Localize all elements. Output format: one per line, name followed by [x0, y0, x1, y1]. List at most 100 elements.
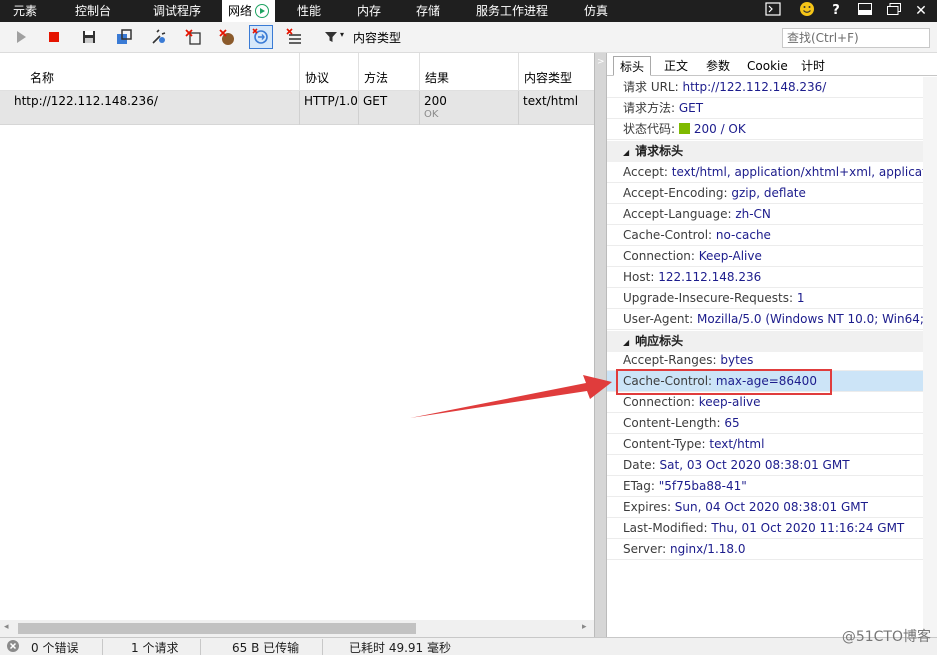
header-key: 状态代码:: [623, 122, 679, 136]
table-row[interactable]: http://122.112.148.236/ HTTP/1.0 GET 200…: [0, 91, 594, 125]
filter-icon[interactable]: [323, 28, 341, 46]
header-value: 122.112.148.236: [658, 270, 762, 284]
tab-service-workers[interactable]: 服务工作进程: [476, 0, 548, 22]
tab-timings[interactable]: 计时: [795, 56, 831, 76]
column-method[interactable]: 方法: [359, 53, 420, 91]
header-key: Accept:: [623, 165, 672, 179]
column-protocol[interactable]: 协议: [300, 53, 359, 91]
close-icon[interactable]: ✕: [910, 0, 932, 22]
status-ok-icon: [678, 123, 690, 134]
tab-headers[interactable]: 标头: [613, 56, 652, 76]
response-header-line: Last-Modified: Thu, 01 Oct 2020 11:16:24…: [607, 518, 937, 539]
clear-cache-icon[interactable]: [184, 28, 202, 46]
header-key: Last-Modified:: [623, 521, 712, 535]
import-icon[interactable]: [115, 28, 133, 46]
header-key: Connection:: [623, 395, 699, 409]
record-indicator-icon: [255, 4, 270, 18]
content-type-filter[interactable]: 内容类型: [353, 29, 401, 46]
header-value: gzip, deflate: [731, 186, 806, 200]
response-header-line: Content-Length: 65: [607, 413, 937, 434]
always-refresh-toggle[interactable]: [249, 25, 273, 49]
divider: [102, 639, 103, 655]
tab-elements[interactable]: 元素: [13, 0, 37, 22]
column-name[interactable]: 名称: [0, 53, 300, 91]
pane-splitter[interactable]: >: [594, 53, 607, 637]
tab-parameters[interactable]: 参数: [700, 56, 736, 76]
header-key: Accept-Encoding:: [623, 186, 732, 200]
divider: [322, 639, 323, 655]
request-headers-section[interactable]: ◢ 请求标头: [607, 141, 937, 162]
response-header-line: Accept-Ranges: bytes: [607, 350, 937, 371]
clear-cookies-icon[interactable]: [218, 28, 236, 46]
header-value: GET: [678, 101, 704, 115]
details-pane: 标头 正文 参数 Cookie 计时 请求 URL: http://122.11…: [607, 53, 937, 637]
tab-emulation[interactable]: 仿真: [584, 0, 608, 22]
clear-on-navigate-icon[interactable]: [286, 28, 304, 46]
clear-entries-icon[interactable]: [150, 28, 168, 46]
result-text: OK: [424, 109, 439, 120]
console-toggle-icon[interactable]: [762, 0, 784, 22]
header-key: Content-Length:: [623, 416, 725, 430]
scrollbar-thumb[interactable]: [18, 623, 416, 634]
details-tabs: 标头 正文 参数 Cookie 计时: [607, 53, 937, 76]
header-key: User-Agent:: [623, 312, 698, 326]
collapse-arrow-icon[interactable]: >: [597, 57, 605, 67]
response-header-line: Content-Type: text/html: [607, 434, 937, 455]
header-key: Connection:: [623, 249, 699, 263]
status-bar: 0 个错误 1 个请求 65 B 已传输 已耗时 49.91 毫秒: [0, 637, 937, 655]
undock-icon[interactable]: [883, 0, 905, 22]
transferred-size: 65 B 已传输: [232, 641, 300, 655]
tab-debugger[interactable]: 调试程序: [153, 0, 201, 22]
request-method-line: 请求方法: GET: [607, 98, 937, 119]
request-header-line: Cache-Control: no-cache: [607, 225, 937, 246]
chevron-down-icon[interactable]: ▾: [340, 30, 344, 39]
tab-console[interactable]: 控制台: [75, 0, 111, 22]
tab-cookies[interactable]: Cookie: [741, 56, 794, 76]
tab-memory[interactable]: 内存: [357, 0, 381, 22]
header-value: keep-alive: [698, 395, 761, 409]
collapse-triangle-icon: ◢: [623, 148, 630, 157]
header-value: Mozilla/5.0 (Windows NT 10.0; Win64; x64…: [697, 312, 937, 326]
annotation-highlight-box: [616, 369, 832, 395]
header-key: Date:: [623, 458, 660, 472]
tab-storage[interactable]: 存储: [416, 0, 440, 22]
section-title: 响应标头: [635, 334, 684, 348]
response-header-line: ETag: "5f75ba88-41": [607, 476, 937, 497]
tab-performance[interactable]: 性能: [297, 0, 321, 22]
header-value: 65: [724, 416, 740, 430]
divider: [200, 639, 201, 655]
stop-icon[interactable]: [45, 28, 63, 46]
collapse-triangle-icon: ◢: [623, 338, 630, 347]
column-content-type[interactable]: 内容类型: [519, 53, 594, 91]
request-url-line: 请求 URL: http://122.112.148.236/: [607, 77, 937, 98]
refresh-from-server-icon: [252, 28, 268, 44]
devtools-tab-bar: 元素 控制台 调试程序 网络 性能 内存 存储 服务工作进程 仿真 ? ✕: [0, 0, 937, 22]
horizontal-scrollbar[interactable]: ◂ ▸: [0, 620, 594, 637]
scroll-left-icon[interactable]: ◂: [4, 622, 9, 632]
save-icon[interactable]: [80, 28, 98, 46]
request-name: http://122.112.148.236/: [0, 91, 300, 125]
request-result: 200 OK: [420, 91, 519, 125]
search-input[interactable]: 查找(Ctrl+F): [782, 28, 930, 48]
smiley-feedback-icon[interactable]: [796, 0, 818, 22]
header-key: 请求 URL:: [623, 80, 683, 94]
play-icon[interactable]: [12, 28, 30, 46]
scroll-right-icon[interactable]: ▸: [582, 622, 587, 632]
header-value: nginx/1.18.0: [670, 542, 746, 556]
header-value: text/html: [709, 437, 765, 451]
header-value: 1: [796, 291, 805, 305]
header-key: 请求方法:: [623, 101, 679, 115]
header-value: no-cache: [715, 228, 771, 242]
request-list-pane: 名称 协议 方法 结果 内容类型 http://122.112.148.236/…: [0, 53, 594, 637]
header-value: Sun, 04 Oct 2020 08:38:01 GMT: [674, 500, 868, 514]
tab-network[interactable]: 网络: [222, 0, 276, 22]
dock-icon[interactable]: [854, 0, 876, 22]
response-headers-section[interactable]: ◢ 响应标头: [607, 331, 937, 352]
vertical-scrollbar[interactable]: [923, 77, 937, 637]
column-result[interactable]: 结果: [420, 53, 519, 91]
header-value: Keep-Alive: [698, 249, 762, 263]
header-key: Server:: [623, 542, 670, 556]
tab-body[interactable]: 正文: [658, 56, 694, 76]
request-table-header: 名称 协议 方法 结果 内容类型: [0, 53, 594, 91]
help-icon[interactable]: ?: [825, 0, 847, 22]
